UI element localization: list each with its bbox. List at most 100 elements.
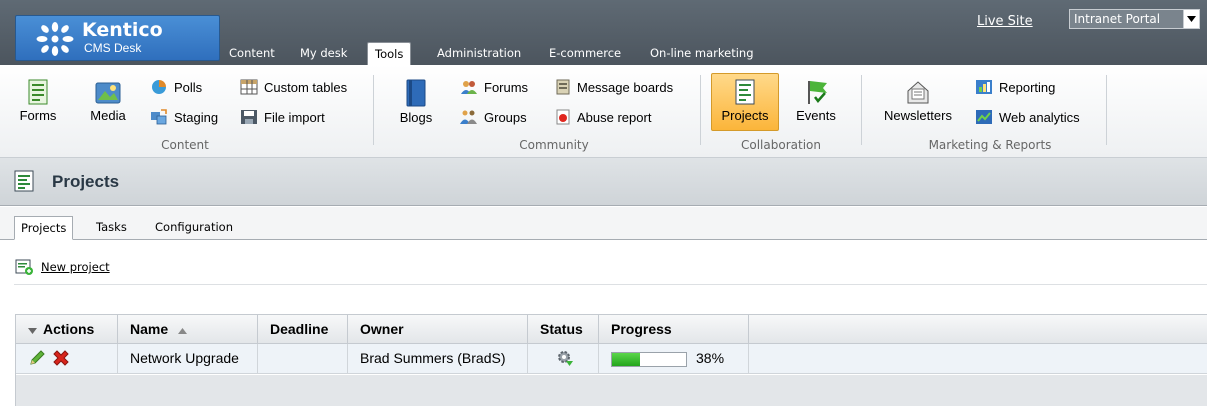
- new-project-link[interactable]: New project: [15, 259, 110, 275]
- page-title: Projects: [52, 172, 120, 191]
- column-status[interactable]: Status: [528, 315, 599, 344]
- kentico-logo[interactable]: Kentico CMS Desk: [15, 15, 220, 61]
- ribbon-separator: [373, 75, 374, 145]
- web-analytics-button[interactable]: Web analytics: [975, 109, 1080, 125]
- abuse-report-icon: [556, 109, 570, 125]
- events-button[interactable]: Events: [788, 79, 844, 123]
- gear-arrow-icon: [558, 351, 573, 366]
- forums-button[interactable]: Forums: [460, 79, 528, 95]
- row-progress: 38%: [599, 344, 749, 374]
- abuse-report-label: Abuse report: [577, 109, 652, 125]
- progress-label: 38%: [696, 350, 725, 366]
- row-deadline: [258, 344, 348, 374]
- newsletters-button[interactable]: Newsletters: [877, 79, 959, 123]
- live-site-link[interactable]: Live Site: [977, 14, 1033, 29]
- groups-label: Groups: [484, 109, 527, 125]
- group-label-marketing-reports: Marketing & Reports: [928, 138, 1052, 152]
- edit-pencil-icon[interactable]: [28, 349, 46, 367]
- tab-projects[interactable]: Projects: [14, 216, 74, 240]
- column-deadline[interactable]: Deadline: [258, 315, 348, 344]
- forums-label: Forums: [484, 79, 529, 95]
- message-boards-label: Message boards: [577, 79, 674, 95]
- blogs-icon: [406, 79, 426, 107]
- progress-bar: [611, 352, 687, 367]
- newsletters-icon: [907, 81, 929, 104]
- column-progress[interactable]: Progress: [599, 315, 749, 344]
- group-label-community: Community: [519, 138, 589, 152]
- media-icon: [95, 82, 121, 104]
- media-button[interactable]: Media: [82, 79, 134, 123]
- tab-tasks[interactable]: Tasks: [90, 216, 133, 240]
- message-boards-button[interactable]: Message boards: [555, 79, 673, 95]
- row-status: [528, 344, 599, 374]
- ribbon-separator: [1106, 75, 1107, 145]
- file-import-label: File import: [264, 109, 325, 125]
- blogs-label: Blogs: [399, 110, 433, 125]
- forms-icon: [28, 79, 48, 105]
- ribbon-separator: [861, 75, 862, 145]
- tab-content[interactable]: Content: [227, 42, 277, 65]
- progress-fill: [612, 353, 641, 366]
- staging-label: Staging: [174, 109, 219, 125]
- chevron-down-icon: [28, 328, 37, 334]
- projects-label: Projects: [721, 108, 769, 123]
- file-import-button[interactable]: File import: [240, 109, 325, 125]
- groups-button[interactable]: Groups: [460, 109, 527, 125]
- table-row: Network Upgrade Brad Summers (BradS) 38%: [16, 344, 1207, 374]
- column-name[interactable]: Name: [118, 315, 258, 344]
- top-header: Kentico CMS Desk Content My desk Tools A…: [0, 0, 1207, 65]
- forms-button[interactable]: Forms: [16, 79, 60, 123]
- row-owner: Brad Summers (BradS): [348, 344, 528, 374]
- projects-grid: Actions Name Deadline Owner Status Progr…: [15, 314, 1207, 406]
- polls-button[interactable]: Polls: [150, 79, 202, 95]
- new-project-label: New project: [41, 260, 110, 274]
- reporting-icon: [976, 80, 992, 94]
- tools-ribbon: Forms Media Polls Staging Custom tables …: [0, 65, 1207, 158]
- reporting-button[interactable]: Reporting: [975, 79, 1055, 95]
- abuse-report-button[interactable]: Abuse report: [555, 109, 651, 125]
- tab-e-commerce[interactable]: E-commerce: [547, 42, 623, 65]
- blogs-button[interactable]: Blogs: [396, 79, 436, 125]
- projects-button[interactable]: Projects: [711, 73, 779, 131]
- custom-tables-icon: [240, 79, 258, 95]
- grid-header: Actions Name Deadline Owner Status Progr…: [16, 315, 1207, 344]
- logo-subtitle: CMS Desk: [84, 41, 142, 55]
- sub-tab-bar: Projects Tasks Configuration: [0, 207, 1207, 240]
- row-actions: [16, 344, 118, 374]
- ribbon-separator: [700, 75, 701, 145]
- tab-on-line-marketing[interactable]: On-line marketing: [648, 42, 756, 65]
- row-name: Network Upgrade: [118, 344, 258, 374]
- tab-configuration[interactable]: Configuration: [149, 216, 239, 240]
- events-label: Events: [796, 108, 836, 123]
- forms-label: Forms: [19, 108, 57, 123]
- sort-ascending-icon: [178, 328, 188, 334]
- events-icon: [808, 81, 827, 104]
- file-import-icon: [241, 110, 257, 124]
- site-selector[interactable]: Intranet Portal: [1069, 9, 1200, 29]
- message-boards-icon: [556, 79, 570, 95]
- group-label-collaboration: Collaboration: [741, 138, 821, 152]
- kentico-star-icon: [36, 22, 74, 56]
- column-actions[interactable]: Actions: [16, 315, 118, 344]
- groups-icon: [460, 110, 477, 124]
- site-selector-value: Intranet Portal: [1074, 12, 1161, 26]
- page-header: Projects: [0, 158, 1207, 206]
- forums-icon: [461, 81, 477, 94]
- dropdown-arrow-icon[interactable]: [1183, 10, 1199, 28]
- polls-icon: [152, 80, 166, 94]
- group-label-content: Content: [161, 138, 209, 152]
- web-analytics-icon: [976, 110, 992, 124]
- column-owner[interactable]: Owner: [348, 315, 528, 344]
- projects-icon: [14, 170, 34, 192]
- web-analytics-label: Web analytics: [999, 109, 1080, 125]
- delete-x-icon[interactable]: [52, 349, 70, 367]
- projects-icon: [735, 79, 755, 105]
- staging-button[interactable]: Staging: [150, 109, 218, 125]
- tab-administration[interactable]: Administration: [435, 42, 523, 65]
- tab-my-desk[interactable]: My desk: [298, 42, 349, 65]
- column-actions-label: Actions: [43, 321, 95, 337]
- tab-tools[interactable]: Tools: [367, 42, 412, 65]
- custom-tables-button[interactable]: Custom tables: [240, 79, 347, 95]
- divider: [14, 284, 1207, 285]
- grid-footer: [16, 375, 1207, 406]
